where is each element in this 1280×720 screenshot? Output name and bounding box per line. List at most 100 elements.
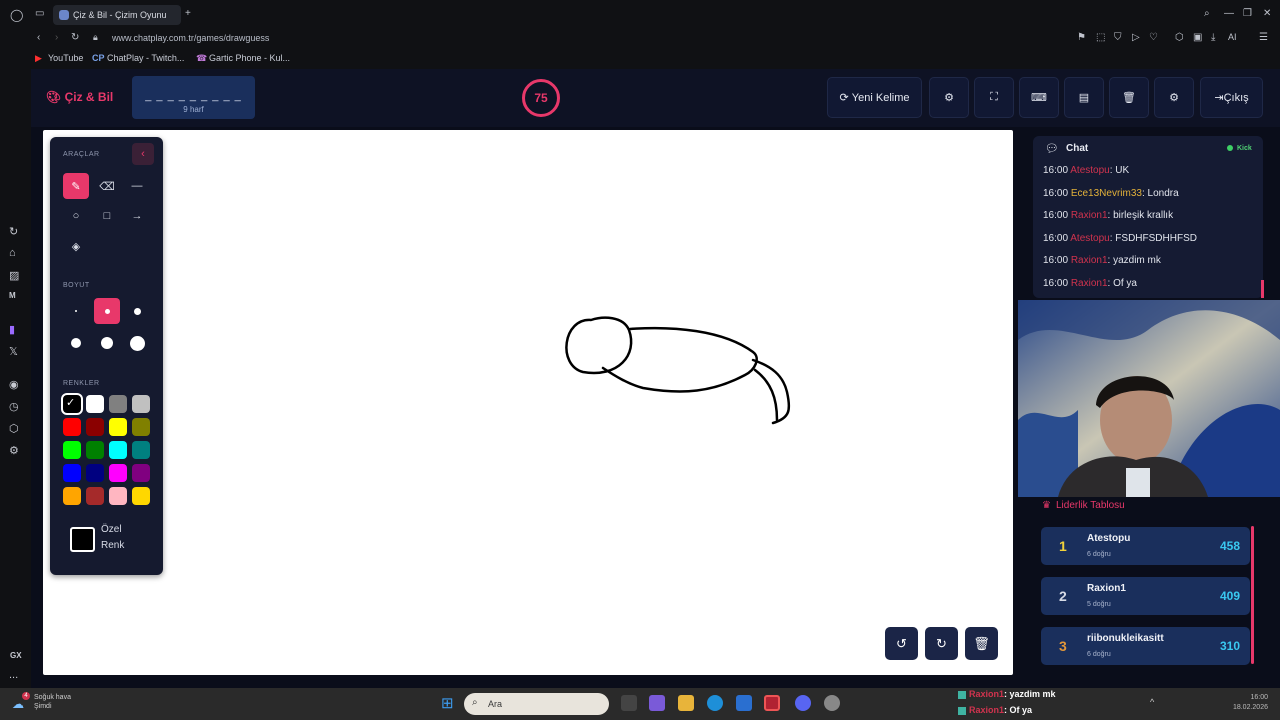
drawing-canvas[interactable] — [43, 130, 1013, 675]
color-swatch[interactable] — [132, 464, 150, 482]
fullscreen-button[interactable]: ⛶ — [974, 77, 1014, 118]
file-explorer-icon[interactable] — [678, 695, 694, 711]
chat-username[interactable]: Raxion1 — [1071, 278, 1108, 289]
weather-widget[interactable]: Soğuk hava Şimdi — [34, 693, 71, 711]
eraser-tool-button[interactable]: ⌫ — [94, 173, 120, 199]
chat-username[interactable]: Raxion1 — [1071, 210, 1108, 221]
tab-manager-icon[interactable]: ▭ — [35, 8, 44, 19]
sidebar-notes-icon[interactable]: ▨ — [9, 269, 19, 282]
fill-tool-button[interactable]: ◈ — [63, 233, 89, 259]
color-swatch[interactable] — [63, 418, 81, 436]
color-swatch[interactable] — [86, 418, 104, 436]
exit-button[interactable]: ⇥ Çıkış — [1200, 77, 1263, 118]
color-swatch[interactable] — [86, 395, 104, 413]
forward-icon[interactable]: › — [55, 32, 58, 43]
color-swatch[interactable] — [63, 487, 81, 505]
color-swatch[interactable] — [63, 441, 81, 459]
sidebar-refresh-icon[interactable]: ↻ — [9, 225, 18, 238]
aria-ai-button[interactable]: AI — [1228, 32, 1237, 42]
chat-username[interactable]: Raxion1 — [1071, 255, 1108, 266]
taskbar-time[interactable]: 16:00 — [1212, 694, 1268, 701]
color-swatch[interactable] — [132, 487, 150, 505]
clear-canvas-button[interactable]: 🗑︎ — [965, 627, 998, 660]
size-3-button[interactable] — [124, 298, 150, 324]
size-6-button[interactable] — [124, 330, 150, 356]
sidebar-x-icon[interactable]: 𝕏 — [9, 345, 18, 358]
sidebar-player-icon[interactable]: ◉ — [9, 378, 19, 391]
discord-icon[interactable] — [795, 695, 811, 711]
brush-tool-button[interactable]: ✎ — [63, 173, 89, 199]
sidebar-gx-label[interactable]: GX — [10, 651, 22, 660]
options-button[interactable]: ⚙ — [1154, 77, 1194, 118]
chat-username[interactable]: Ece13Nevrim33 — [1071, 188, 1142, 199]
tray-chevron-up-icon[interactable]: ^ — [1150, 697, 1154, 707]
extensions-icon[interactable]: ⬡ — [1175, 32, 1184, 43]
color-swatch[interactable]: ✓ — [61, 393, 83, 415]
store-icon[interactable] — [736, 695, 752, 711]
custom-color-picker[interactable] — [70, 527, 95, 552]
color-swatch[interactable] — [109, 441, 127, 459]
redo-button[interactable]: ↻ — [925, 627, 958, 660]
sidebar-twitch-icon[interactable]: ▮ — [9, 323, 15, 336]
sidebar-ai-icon[interactable]: ⌂ — [9, 247, 16, 259]
opera-logo-icon[interactable]: ◯ — [10, 8, 23, 22]
color-swatch[interactable] — [86, 441, 104, 459]
undo-button[interactable]: ↺ — [885, 627, 918, 660]
minimize-icon[interactable]: — — [1224, 8, 1234, 19]
size-2-button[interactable] — [94, 298, 120, 324]
rectangle-tool-button[interactable]: □ — [94, 203, 120, 229]
copilot-icon[interactable] — [649, 695, 665, 711]
arrow-tool-button[interactable]: → — [124, 203, 150, 229]
size-1-button[interactable] — [63, 298, 89, 324]
play-icon[interactable]: ▷ — [1132, 32, 1140, 43]
taskbar-search-input[interactable]: Ara — [464, 693, 609, 715]
size-5-button[interactable] — [94, 330, 120, 356]
search-icon[interactable]: ⌕ — [1204, 8, 1210, 19]
browser-tab-active[interactable]: Çiz & Bil - Çizim Oyunu — [53, 5, 181, 25]
bookmark-gartic[interactable]: Gartic Phone - Kul... — [209, 53, 290, 63]
back-icon[interactable]: ‹ — [37, 32, 40, 43]
maximize-icon[interactable]: ❐ — [1243, 8, 1252, 19]
taskbar-date[interactable]: 18.02.2026 — [1212, 704, 1268, 711]
obs-icon[interactable] — [824, 695, 840, 711]
color-swatch[interactable] — [109, 395, 127, 413]
color-swatch[interactable] — [109, 487, 127, 505]
opera-gx-taskbar-icon[interactable] — [764, 695, 780, 711]
bookmark-youtube[interactable]: YouTube — [48, 53, 83, 63]
close-icon[interactable]: ✕ — [1263, 8, 1271, 19]
color-swatch[interactable] — [109, 418, 127, 436]
color-swatch[interactable] — [63, 464, 81, 482]
url-input[interactable]: www.chatplay.com.tr/games/drawguess — [112, 33, 269, 43]
color-swatch[interactable] — [132, 441, 150, 459]
clear-button[interactable]: 🗑︎ — [1109, 77, 1149, 118]
color-swatch[interactable] — [132, 418, 150, 436]
task-view-icon[interactable] — [621, 695, 637, 711]
archive-button[interactable]: ▤ — [1064, 77, 1104, 118]
size-4-button[interactable] — [63, 330, 89, 356]
sidebar-history-icon[interactable]: ◷ — [9, 400, 19, 413]
shield-icon[interactable]: ⛉ — [1114, 32, 1122, 43]
edge-icon[interactable] — [707, 695, 723, 711]
wallet-icon[interactable]: ▣ — [1193, 32, 1202, 43]
keyboard-button[interactable]: ⌨ — [1019, 77, 1059, 118]
collapse-panel-button[interactable]: ‹ — [132, 143, 154, 165]
chat-username[interactable]: Atestopu — [1070, 165, 1109, 176]
color-swatch[interactable] — [86, 487, 104, 505]
new-word-button[interactable]: ⟳ Yeni Kelime — [827, 77, 922, 118]
sidebar-m-icon[interactable]: M — [9, 291, 16, 300]
settings-gear-button[interactable]: ⚙ — [929, 77, 969, 118]
chat-username[interactable]: Atestopu — [1070, 233, 1109, 244]
heart-icon[interactable]: ♡ — [1149, 32, 1158, 43]
sidebar-extensions-icon[interactable]: ⬡ — [9, 422, 19, 435]
bookmark-chatplay[interactable]: ChatPlay - Twitch... — [107, 53, 184, 63]
sidebar-settings-icon[interactable]: ⚙ — [9, 444, 19, 457]
weather-icon[interactable]: ☁ — [12, 697, 24, 711]
leaderboard-scrollbar[interactable] — [1251, 526, 1254, 664]
snapshot-icon[interactable]: ⬚ — [1096, 32, 1105, 43]
color-swatch[interactable] — [109, 464, 127, 482]
line-tool-button[interactable]: — — [124, 173, 150, 199]
reload-icon[interactable]: ↻ — [71, 32, 79, 43]
sidebar-more-icon[interactable]: ... — [9, 669, 18, 681]
windows-start-icon[interactable]: ⊞ — [441, 694, 454, 712]
bookmark-icon[interactable]: ⚑ — [1077, 32, 1086, 43]
